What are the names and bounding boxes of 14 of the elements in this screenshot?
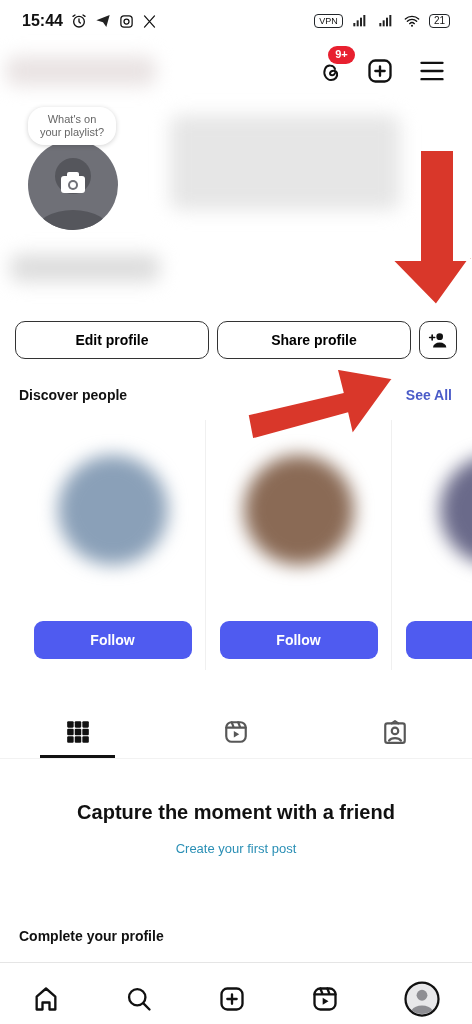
section-title: Complete your profile	[18, 927, 165, 946]
create-post-link[interactable]: Create your first post	[175, 839, 297, 859]
section-title: Discover people	[19, 386, 128, 405]
vpn-indicator: VPN	[314, 14, 343, 28]
status-time: 15:44	[22, 11, 63, 31]
follow-button[interactable]: Follow	[219, 621, 378, 659]
follow-button[interactable]: Follow	[33, 621, 192, 659]
notification-badge: 9+	[328, 45, 355, 65]
profile-button[interactable]: Edit profile	[15, 321, 209, 359]
battery-indicator: 21	[428, 14, 450, 28]
playlist-note-tooltip[interactable]: What's on your playlist?	[28, 107, 116, 146]
see-all-link[interactable]: See All	[405, 385, 452, 406]
empty-state-title: Capture the moment with a friend	[76, 800, 396, 825]
profile-button[interactable]: Share profile	[217, 321, 411, 359]
